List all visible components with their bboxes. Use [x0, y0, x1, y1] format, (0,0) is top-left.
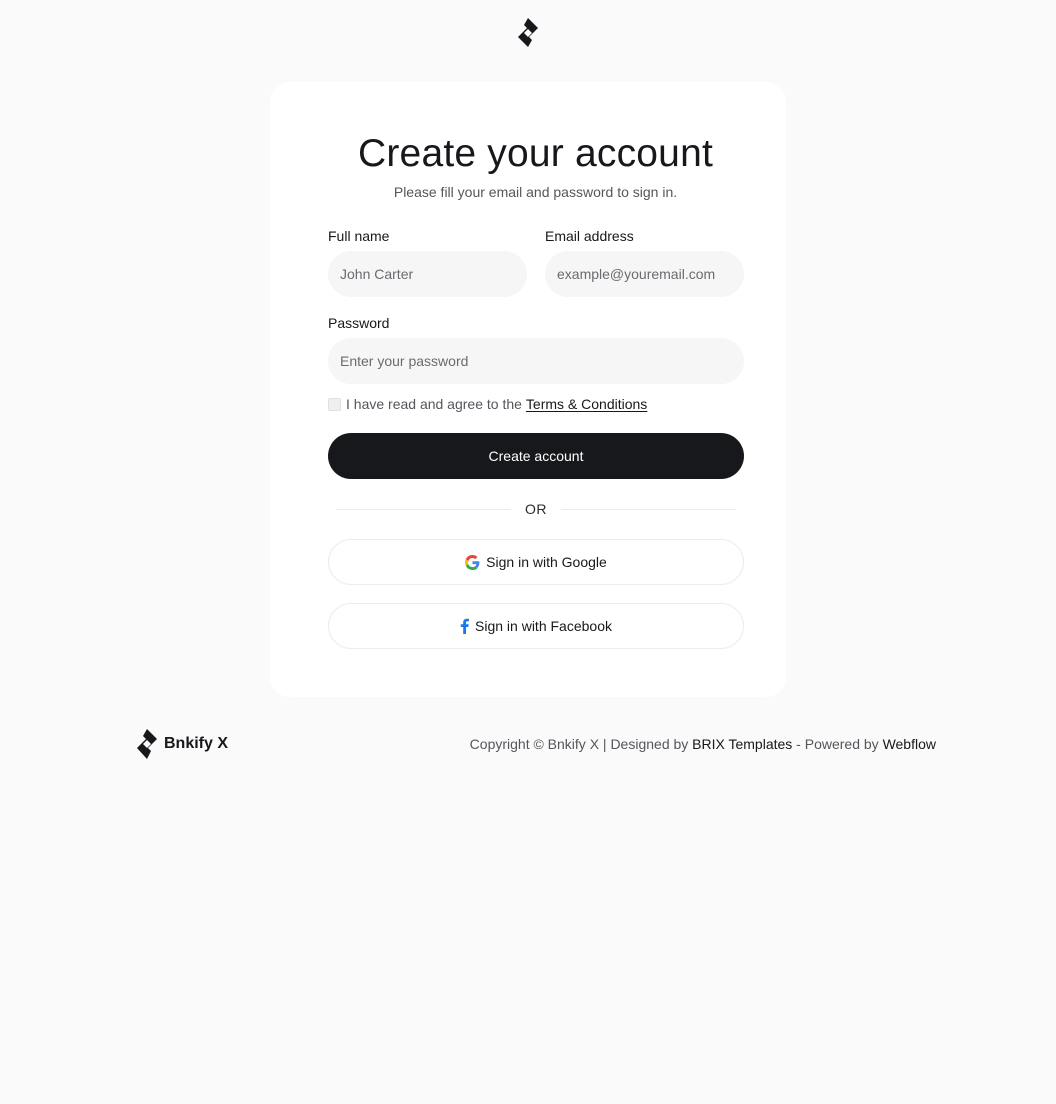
password-input[interactable]: [328, 338, 744, 384]
terms-text: I have read and agree to the: [346, 396, 522, 412]
webflow-link[interactable]: Webflow: [883, 736, 936, 752]
facebook-icon: [460, 618, 470, 634]
footer-brand-name: Bnkify X: [164, 735, 229, 752]
divider-line-right: [561, 508, 736, 510]
terms-link[interactable]: Terms & Conditions: [526, 396, 647, 412]
password-label: Password: [328, 315, 390, 331]
or-divider: OR: [336, 499, 736, 519]
full-name-label: Full name: [328, 228, 390, 244]
email-input[interactable]: [545, 251, 744, 297]
powered-by-text: - Powered by: [792, 736, 883, 752]
facebook-signin-button[interactable]: Sign in with Facebook: [328, 603, 744, 649]
full-name-input[interactable]: [328, 251, 527, 297]
terms-checkbox[interactable]: [328, 397, 341, 411]
divider-line-left: [336, 508, 511, 510]
brand-logo-icon[interactable]: [516, 18, 540, 48]
signup-page: Create your account Please fill your ema…: [0, 0, 1056, 1104]
copyright-text: Copyright © Bnkify X | Designed by: [469, 736, 689, 752]
terms-row: I have read and agree to the Terms & Con…: [328, 395, 647, 413]
page-subtitle: Please fill your email and password to s…: [393, 184, 678, 200]
footer-copyright: Copyright © Bnkify X | Designed by BRIX …: [470, 736, 936, 752]
page-title: Create your account: [358, 132, 713, 175]
create-account-button[interactable]: Create account: [328, 433, 744, 479]
footer-brand-link[interactable]: Bnkify X: [135, 728, 228, 760]
google-signin-button[interactable]: Sign in with Google: [328, 539, 744, 585]
email-label: Email address: [545, 228, 634, 244]
google-signin-label: Sign in with Google: [486, 554, 607, 570]
facebook-signin-label: Sign in with Facebook: [475, 618, 612, 634]
google-icon: [465, 554, 480, 570]
brix-templates-link[interactable]: BRIX Templates: [692, 736, 792, 752]
divider-label: OR: [525, 501, 547, 517]
footer-logo-icon: [137, 728, 157, 759]
